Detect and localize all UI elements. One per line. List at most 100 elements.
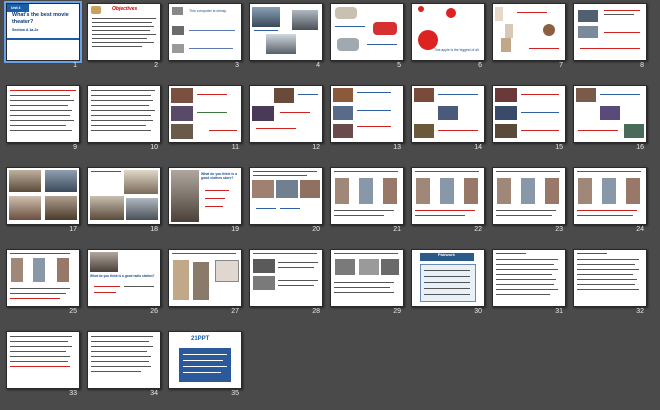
slide-number: 21: [393, 226, 401, 233]
slide-sorter-grid: Unit 4 What's the best movie theater? Se…: [0, 0, 660, 410]
slide-canvas: [573, 249, 647, 307]
slide-heading: What do you think is a good clothes stor…: [201, 172, 237, 181]
slide-thumbnail-2[interactable]: Objectives 2: [83, 0, 162, 80]
slide-number: 32: [636, 308, 644, 315]
slide-canvas: [6, 249, 80, 307]
slide-number: 3: [235, 62, 239, 69]
slide-number: 28: [312, 308, 320, 315]
unit-label: Unit 4: [11, 6, 21, 10]
slide-number: 1: [73, 62, 77, 69]
slide-thumbnail-10[interactable]: 10: [83, 82, 162, 162]
slide-canvas: [87, 167, 161, 225]
slide-thumbnail-13[interactable]: 13: [326, 82, 405, 162]
slide-canvas: [249, 3, 323, 61]
slide-thumbnail-7[interactable]: 7: [488, 0, 567, 80]
slide-canvas: [330, 249, 404, 307]
slide-number: 29: [393, 308, 401, 315]
slide-number: 17: [69, 226, 77, 233]
slide-caption: This apple is the biggest of all.: [434, 48, 480, 52]
slide-thumbnail-33[interactable]: 33: [2, 328, 81, 408]
slide-canvas: [411, 167, 485, 225]
slide-canvas: [573, 167, 647, 225]
slide-thumbnail-25[interactable]: 25: [2, 246, 81, 326]
slide-number: 33: [69, 390, 77, 397]
slide-thumbnail-35[interactable]: 21PPT 35: [164, 328, 243, 408]
slide-thumbnail-26[interactable]: What do you think is a good radio statio…: [83, 246, 162, 326]
slide-heading: Objectives: [112, 6, 138, 12]
slide-heading: Pairwork: [438, 252, 455, 257]
slide-canvas: Unit 4 What's the best movie theater? Se…: [4, 1, 82, 63]
slide-thumbnail-3[interactable]: This computer is cheap. 3: [164, 0, 243, 80]
slide-heading: What do you think is a good radio statio…: [90, 274, 155, 278]
slide-thumbnail-1[interactable]: Unit 4 What's the best movie theater? Se…: [2, 0, 82, 80]
slide-number: 2: [154, 62, 158, 69]
slide-canvas: [6, 85, 80, 143]
slide-canvas: [249, 85, 323, 143]
slide-number: 18: [150, 226, 158, 233]
slide-canvas: [492, 249, 566, 307]
slide-canvas: [249, 167, 323, 225]
slide-number: 23: [555, 226, 563, 233]
slide-thumbnail-6[interactable]: This apple is the biggest of all. 6: [407, 0, 486, 80]
slide-number: 4: [316, 62, 320, 69]
slide-number: 10: [150, 144, 158, 151]
slide-thumbnail-34[interactable]: 34: [83, 328, 162, 408]
slide-canvas: [168, 85, 242, 143]
slide-number: 34: [150, 390, 158, 397]
slide-thumbnail-20[interactable]: 20: [245, 164, 324, 244]
slide-number: 27: [231, 308, 239, 315]
slide-thumbnail-16[interactable]: 16: [569, 82, 648, 162]
slide-number: 13: [393, 144, 401, 151]
slide-thumbnail-27[interactable]: 27: [164, 246, 243, 326]
slide-canvas: [249, 249, 323, 307]
slide-number: 5: [397, 62, 401, 69]
slide-number: 7: [559, 62, 563, 69]
slide-thumbnail-4[interactable]: 4: [245, 0, 324, 80]
slide-number: 9: [73, 144, 77, 151]
slide-thumbnail-5[interactable]: 5: [326, 0, 405, 80]
slide-canvas: [87, 331, 161, 389]
slide-title: What's the best movie theater?: [12, 12, 69, 25]
slide-thumbnail-30[interactable]: Pairwork 30: [407, 246, 486, 326]
slide-thumbnail-12[interactable]: 12: [245, 82, 324, 162]
slide-number: 26: [150, 308, 158, 315]
slide-canvas: [6, 331, 80, 389]
slide-thumbnail-23[interactable]: 23: [488, 164, 567, 244]
slide-thumbnail-31[interactable]: 31: [488, 246, 567, 326]
slide-canvas: [492, 167, 566, 225]
slide-canvas: What do you think is a good radio statio…: [87, 249, 161, 307]
slide-thumbnail-21[interactable]: 21: [326, 164, 405, 244]
slide-thumbnail-11[interactable]: 11: [164, 82, 243, 162]
slide-thumbnail-9[interactable]: 9: [2, 82, 81, 162]
slide-number: 19: [231, 226, 239, 233]
slide-thumbnail-24[interactable]: 24: [569, 164, 648, 244]
slide-number: 25: [69, 308, 77, 315]
slide-thumbnail-22[interactable]: 22: [407, 164, 486, 244]
slide-number: 15: [555, 144, 563, 151]
slide-thumbnail-32[interactable]: 32: [569, 246, 648, 326]
slide-thumbnail-14[interactable]: 14: [407, 82, 486, 162]
slide-number: 31: [555, 308, 563, 315]
slide-number: 12: [312, 144, 320, 151]
slide-caption: This computer is cheap.: [189, 9, 228, 13]
slide-number: 35: [231, 390, 239, 397]
slide-number: 11: [231, 144, 239, 151]
slide-canvas: [573, 3, 647, 61]
slide-thumbnail-28[interactable]: 28: [245, 246, 324, 326]
slide-thumbnail-19[interactable]: What do you think is a good clothes stor…: [164, 164, 243, 244]
slide-canvas: Objectives: [87, 3, 161, 61]
slide-thumbnail-29[interactable]: 29: [326, 246, 405, 326]
slide-canvas: This apple is the biggest of all.: [411, 3, 485, 61]
slide-canvas: This computer is cheap.: [168, 3, 242, 61]
slide-number: 16: [636, 144, 644, 151]
slide-thumbnail-15[interactable]: 15: [488, 82, 567, 162]
slide-canvas: [330, 85, 404, 143]
slide-thumbnail-18[interactable]: 18: [83, 164, 162, 244]
slide-number: 8: [640, 62, 644, 69]
slide-canvas: [411, 85, 485, 143]
slide-heading: 21PPT: [191, 336, 210, 342]
slide-thumbnail-8[interactable]: 8: [569, 0, 648, 80]
slide-thumbnail-17[interactable]: 17: [2, 164, 81, 244]
slide-canvas: [6, 167, 80, 225]
slide-number: 24: [636, 226, 644, 233]
